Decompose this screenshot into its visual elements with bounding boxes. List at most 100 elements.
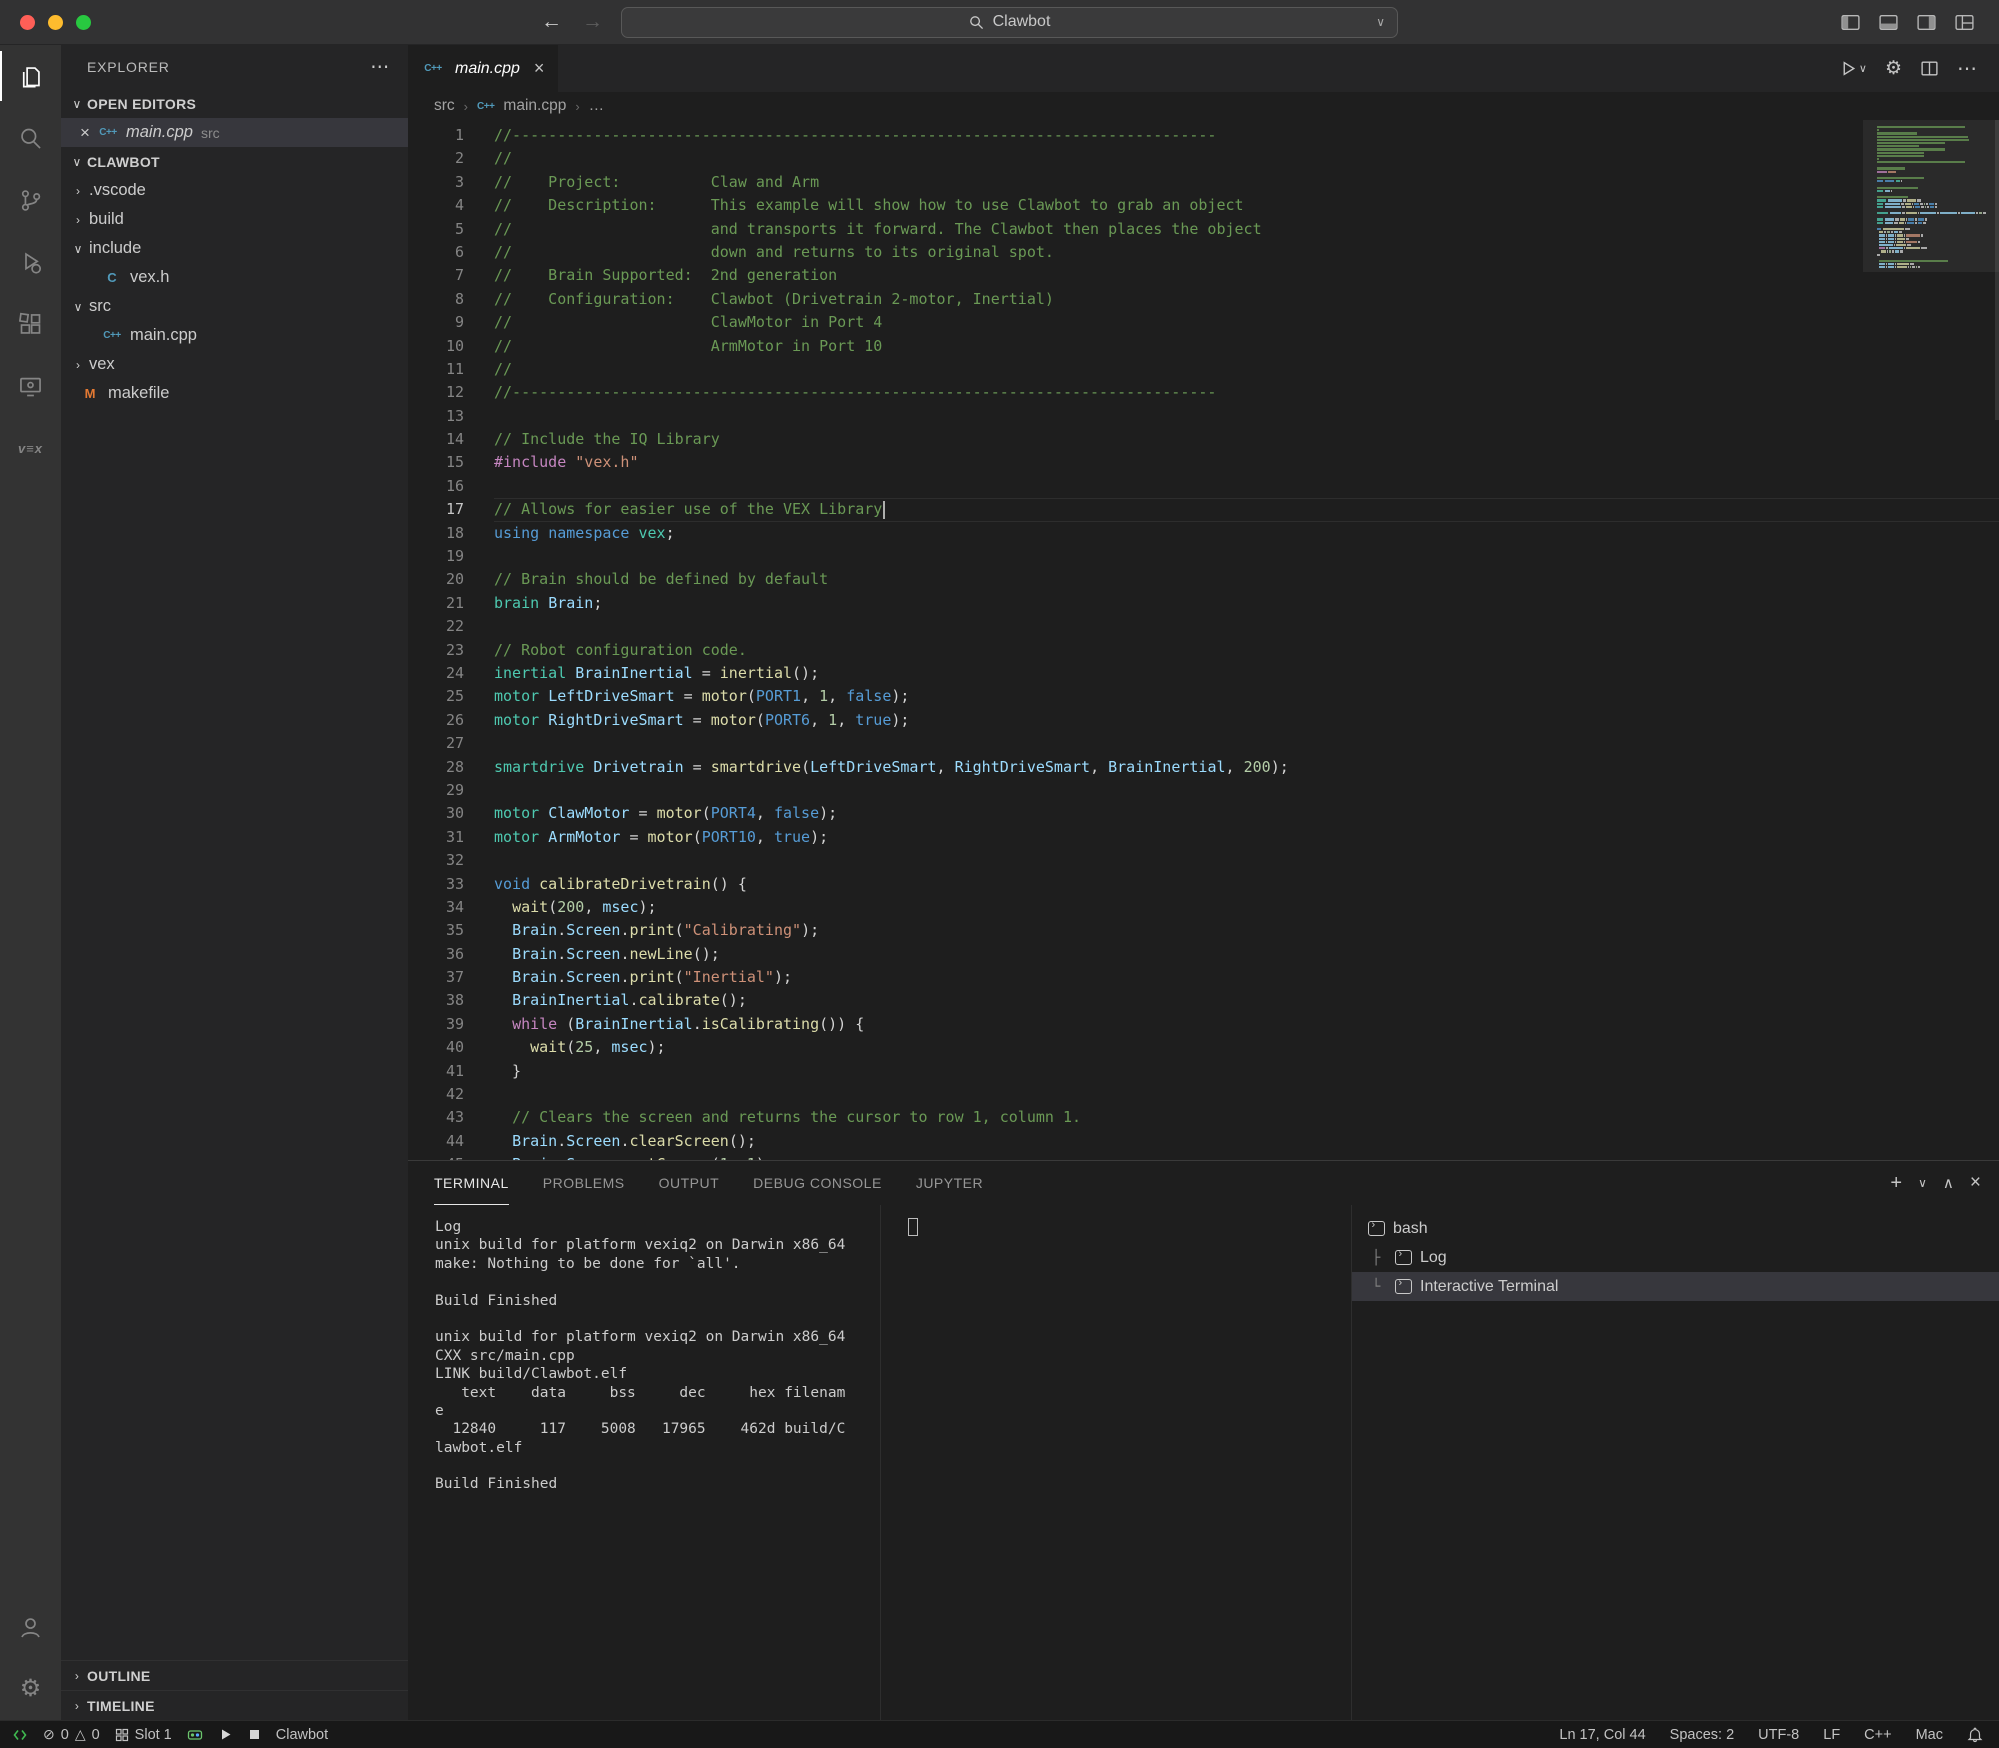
activity-search[interactable] xyxy=(0,107,61,169)
customize-layout-icon[interactable] xyxy=(1954,12,1975,33)
activity-bar: v≡x ⚙ xyxy=(0,45,61,1720)
maximize-window-button[interactable] xyxy=(76,14,91,30)
command-center-value: Clawbot xyxy=(992,13,1051,30)
back-button[interactable]: ← xyxy=(541,10,562,34)
panel-tab-output[interactable]: OUTPUT xyxy=(659,1161,720,1205)
breadcrumb-file[interactable]: main.cpp xyxy=(503,97,566,115)
slot-selector[interactable]: Slot 1 xyxy=(115,1727,172,1743)
terminal-tab-bash[interactable]: bash xyxy=(1352,1214,1999,1243)
code-line-39: while (BrainInertial.isCalibrating()) { xyxy=(512,1014,865,1033)
remote-indicator[interactable] xyxy=(12,1727,28,1743)
open-editors-header[interactable]: ∨ OPEN EDITORS xyxy=(61,89,408,118)
tab-bar: C++ main.cpp × ∨ ⚙ ⋯ xyxy=(408,45,1999,92)
panel-tab-debug-console[interactable]: DEBUG CONSOLE xyxy=(753,1161,882,1205)
toggle-sidebar-right-icon[interactable] xyxy=(1916,12,1937,33)
close-window-button[interactable] xyxy=(20,14,35,30)
terminal-tab-interactive-terminal[interactable]: └Interactive Terminal xyxy=(1352,1272,1999,1301)
project-section-header[interactable]: ∨ CLAWBOT xyxy=(61,147,408,176)
breadcrumb-symbol[interactable]: … xyxy=(589,97,605,115)
project-name[interactable]: Clawbot xyxy=(276,1727,328,1743)
close-icon[interactable]: × xyxy=(73,123,97,143)
problems-indicator[interactable]: ⊘ 0 △ 0 xyxy=(43,1726,100,1743)
tree-item-vex[interactable]: › vex xyxy=(61,350,408,379)
chevron-down-icon[interactable]: ∨ xyxy=(1918,1176,1927,1190)
activity-run-debug[interactable] xyxy=(0,231,61,293)
code-line-8: // Configuration: Clawbot (Drivetrain 2-… xyxy=(494,289,1054,308)
run-button[interactable]: ∨ xyxy=(1840,60,1867,77)
terminal-tab-log[interactable]: ├Log xyxy=(1352,1243,1999,1272)
stop-program-button[interactable] xyxy=(248,1728,261,1741)
editor-scrollbar[interactable] xyxy=(1995,120,1999,420)
tree-item--vscode[interactable]: › .vscode xyxy=(61,176,408,205)
activity-extensions[interactable] xyxy=(0,293,61,355)
forward-button[interactable]: → xyxy=(582,10,603,34)
tree-item-main-cpp[interactable]: C++ main.cpp xyxy=(61,321,408,350)
breadcrumb[interactable]: src › C++ main.cpp › … xyxy=(408,92,1999,120)
maximize-panel-icon[interactable]: ∧ xyxy=(1943,1174,1954,1192)
device-indicator[interactable] xyxy=(187,1728,203,1742)
interactive-terminal[interactable] xyxy=(880,1205,1351,1720)
vscode-window: ← → Clawbot ∨ v≡x ⚙ EXPLORER ⋯ ∨ OPEN ED… xyxy=(0,0,1999,1748)
tree-item-makefile[interactable]: Mmakefile xyxy=(61,379,408,408)
breadcrumb-folder[interactable]: src xyxy=(434,97,455,115)
minimize-window-button[interactable] xyxy=(48,14,63,30)
tree-item-include[interactable]: ∨ include xyxy=(61,234,408,263)
toggle-sidebar-left-icon[interactable] xyxy=(1840,12,1861,33)
language-mode[interactable]: C++ xyxy=(1864,1727,1891,1743)
more-actions-icon[interactable]: ⋯ xyxy=(370,56,390,79)
code-line-1: //--------------------------------------… xyxy=(494,126,1217,144)
chevron-right-icon: › xyxy=(74,1698,80,1713)
panel-tab-terminal[interactable]: TERMINAL xyxy=(434,1161,509,1205)
cursor-position[interactable]: Ln 17, Col 44 xyxy=(1559,1727,1645,1743)
notifications-button[interactable] xyxy=(1967,1727,1983,1743)
outline-section-header[interactable]: › OUTLINE xyxy=(61,1660,408,1690)
platform-indicator[interactable]: Mac xyxy=(1916,1727,1943,1743)
toggle-panel-icon[interactable] xyxy=(1878,12,1899,33)
code-editor[interactable]: 1 2 3 4 5 6 7 8 9 10 11 12 13 14 15 16 17 18 19 20 21 22 23 24 2… xyxy=(408,120,1999,1160)
panel-tab-problems[interactable]: PROBLEMS xyxy=(543,1161,625,1205)
more-actions-icon[interactable]: ⋯ xyxy=(1957,56,1977,81)
eol-sequence[interactable]: LF xyxy=(1823,1727,1840,1743)
indentation[interactable]: Spaces: 2 xyxy=(1670,1727,1735,1743)
split-editor-icon[interactable] xyxy=(1920,59,1939,78)
tree-item-vex-h[interactable]: Cvex.h xyxy=(61,263,408,292)
play-program-button[interactable] xyxy=(218,1727,233,1742)
minimap[interactable] xyxy=(1877,126,1986,269)
encoding[interactable]: UTF-8 xyxy=(1758,1727,1799,1743)
command-center-search[interactable]: Clawbot ∨ xyxy=(621,6,1398,38)
error-icon: ⊘ xyxy=(43,1726,55,1742)
activity-remote-explorer[interactable] xyxy=(0,355,61,417)
activity-accounts[interactable] xyxy=(0,1596,61,1658)
code-line-38: BrainInertial.calibrate(); xyxy=(512,991,747,1010)
tree-item-build[interactable]: › build xyxy=(61,205,408,234)
text-cursor xyxy=(883,500,886,519)
tree-item-src[interactable]: ∨ src xyxy=(61,292,408,321)
terminal-output[interactable]: Log unix build for platform vexiq2 on Dar… xyxy=(408,1205,880,1720)
code-line-11: // xyxy=(494,359,513,378)
chevron-down-icon: ∨ xyxy=(1858,63,1867,75)
panel-tab-jupyter[interactable]: JUPYTER xyxy=(916,1161,983,1205)
timeline-section-header[interactable]: › TIMELINE xyxy=(61,1690,408,1720)
activity-source-control[interactable] xyxy=(0,169,61,231)
gear-icon[interactable]: ⚙ xyxy=(1885,57,1902,80)
close-panel-icon[interactable]: × xyxy=(1970,1172,1981,1194)
activity-explorer[interactable] xyxy=(0,45,61,107)
new-terminal-icon[interactable]: + xyxy=(1890,1172,1902,1195)
code-line-36: Brain.Screen.newLine(); xyxy=(512,944,720,963)
code-lines: //--------------------------------------… xyxy=(494,120,1999,1160)
open-editor-item-main-cpp[interactable]: × C++ main.cpp src xyxy=(61,118,408,147)
tab-main-cpp[interactable]: C++ main.cpp × xyxy=(408,45,559,92)
gear-icon: ⚙ xyxy=(19,1675,42,1702)
activity-vex-extension[interactable]: v≡x xyxy=(0,417,61,479)
code-line-18: using namespace vex; xyxy=(494,523,675,542)
activity-settings[interactable]: ⚙ xyxy=(0,1658,61,1720)
terminal-tree: bash├Log└Interactive Terminal xyxy=(1351,1205,1999,1720)
editor-group: C++ main.cpp × ∨ ⚙ ⋯ src › C++ main.cpp … xyxy=(408,45,1999,1720)
tab-label: main.cpp xyxy=(455,59,520,77)
chevron-down-icon[interactable]: ∨ xyxy=(1376,15,1385,29)
close-tab-icon[interactable]: × xyxy=(534,58,545,79)
